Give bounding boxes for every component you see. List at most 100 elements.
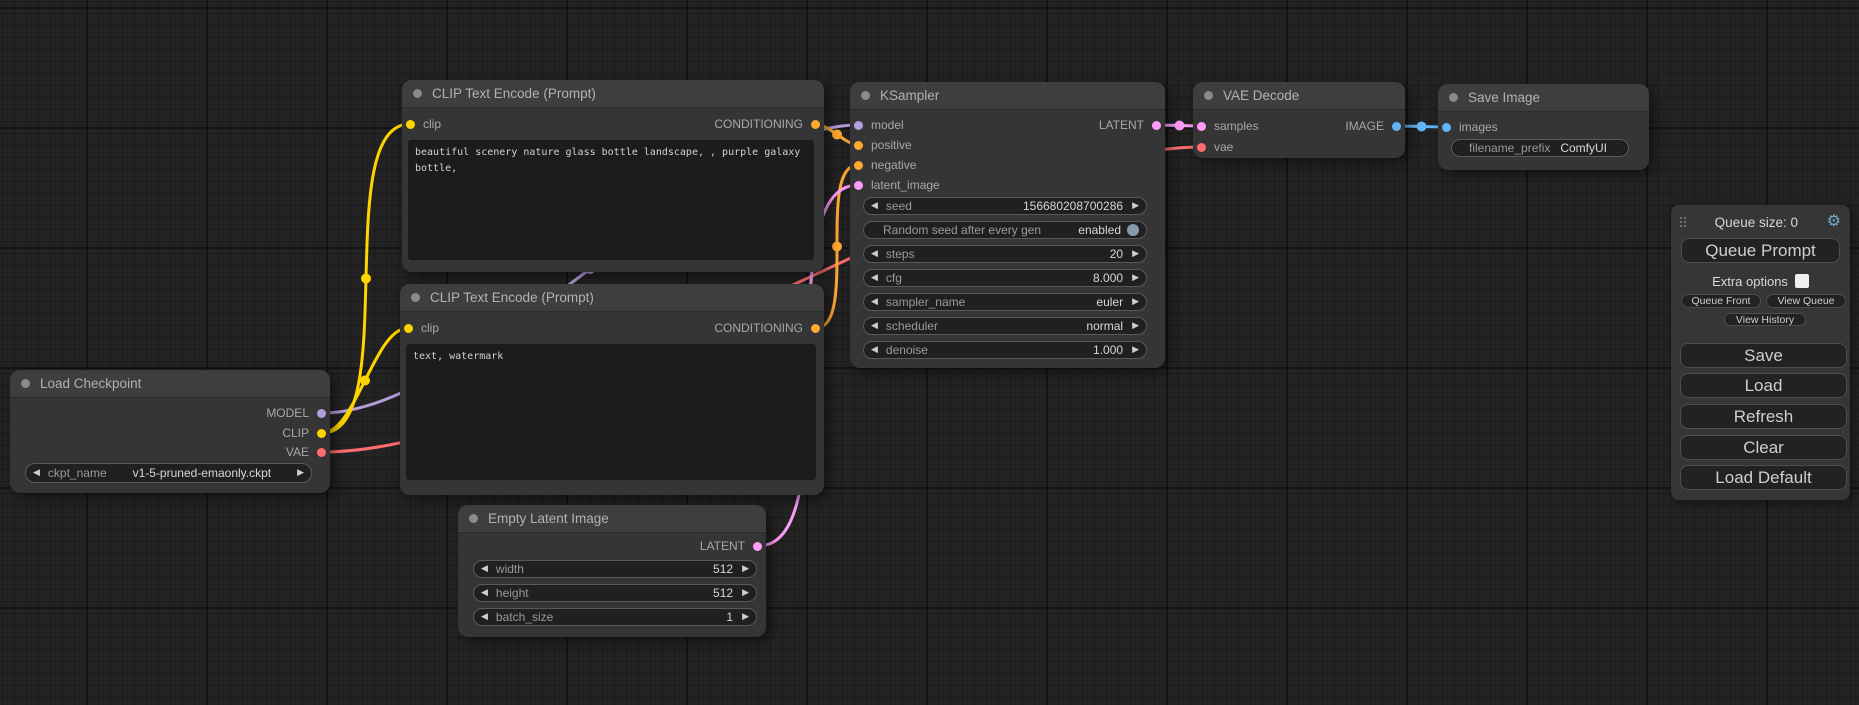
output-slot-conditioning[interactable]: CONDITIONING bbox=[714, 117, 820, 131]
increment-arrow-icon[interactable]: ▶ bbox=[1132, 345, 1139, 355]
decrement-arrow-icon[interactable]: ◀ bbox=[871, 249, 878, 259]
prompt-textarea[interactable]: beautiful scenery nature glass bottle la… bbox=[408, 140, 814, 260]
link-midpoint-dot[interactable] bbox=[832, 242, 842, 252]
slot-dot-conditioning[interactable] bbox=[854, 141, 863, 150]
collapse-dot-icon[interactable] bbox=[413, 89, 422, 98]
node-title-bar[interactable]: KSampler bbox=[850, 82, 1165, 110]
slot-dot-latent[interactable] bbox=[1152, 121, 1161, 130]
slot-dot-latent[interactable] bbox=[1197, 122, 1206, 131]
increment-arrow-icon[interactable]: ▶ bbox=[742, 588, 749, 598]
node-clip-text-encode-positive[interactable]: CLIP Text Encode (Prompt) clip CONDITION… bbox=[402, 80, 824, 272]
slot-dot-vae[interactable] bbox=[1197, 143, 1206, 152]
decrement-arrow-icon[interactable]: ◀ bbox=[871, 297, 878, 307]
slot-dot-conditioning[interactable] bbox=[854, 161, 863, 170]
collapse-dot-icon[interactable] bbox=[1449, 93, 1458, 102]
link-midpoint-dot[interactable] bbox=[1175, 121, 1185, 131]
decrement-arrow-icon[interactable]: ◀ bbox=[871, 321, 878, 331]
output-slot-vae[interactable]: VAE bbox=[286, 445, 326, 459]
decrement-arrow-icon[interactable]: ◀ bbox=[871, 273, 878, 283]
comfyui-graph-canvas[interactable]: { "colors": { "MODEL": "#B39DDB", "CLIP"… bbox=[0, 0, 1859, 705]
slot-dot-latent[interactable] bbox=[753, 542, 762, 551]
settings-gear-icon[interactable]: ⚙ bbox=[1827, 214, 1841, 230]
output-slot-image[interactable]: IMAGE bbox=[1345, 119, 1401, 133]
node-save-image[interactable]: Save Image images filename_prefix ComfyU… bbox=[1438, 84, 1649, 170]
node-title-bar[interactable]: CLIP Text Encode (Prompt) bbox=[400, 284, 824, 312]
increment-arrow-icon[interactable]: ▶ bbox=[742, 564, 749, 574]
collapse-dot-icon[interactable] bbox=[1204, 91, 1213, 100]
node-title-bar[interactable]: Empty Latent Image bbox=[458, 505, 766, 533]
node-title-bar[interactable]: VAE Decode bbox=[1193, 82, 1405, 110]
input-slot-model[interactable]: model bbox=[854, 118, 904, 132]
input-slot-positive[interactable]: positive bbox=[854, 138, 912, 152]
decrement-arrow-icon[interactable]: ◀ bbox=[481, 588, 488, 598]
filename-prefix-widget[interactable]: filename_prefix ComfyUI bbox=[1451, 139, 1629, 157]
input-slot-negative[interactable]: negative bbox=[854, 158, 916, 172]
cfg-widget[interactable]: ◀ cfg 8.000 ▶ bbox=[863, 269, 1147, 287]
increment-arrow-icon[interactable]: ▶ bbox=[297, 468, 304, 478]
input-slot-clip[interactable]: clip bbox=[404, 321, 439, 335]
input-slot-vae[interactable]: vae bbox=[1197, 140, 1233, 154]
collapse-dot-icon[interactable] bbox=[21, 379, 30, 388]
node-title-bar[interactable]: Save Image bbox=[1438, 84, 1649, 112]
slot-dot-vae[interactable] bbox=[317, 448, 326, 457]
node-title-bar[interactable]: CLIP Text Encode (Prompt) bbox=[402, 80, 824, 108]
queue-front-button[interactable]: Queue Front bbox=[1681, 294, 1761, 308]
refresh-button[interactable]: Refresh bbox=[1680, 404, 1847, 429]
output-slot-latent[interactable]: LATENT bbox=[700, 539, 762, 553]
node-empty-latent-image[interactable]: Empty Latent Image LATENT ◀ width 512 ▶ … bbox=[458, 505, 766, 637]
node-clip-text-encode-negative[interactable]: CLIP Text Encode (Prompt) clip CONDITION… bbox=[400, 284, 824, 495]
decrement-arrow-icon[interactable]: ◀ bbox=[871, 345, 878, 355]
slot-dot-clip[interactable] bbox=[406, 120, 415, 129]
node-vae-decode[interactable]: VAE Decode samples vae IMAGE bbox=[1193, 82, 1405, 158]
view-history-button[interactable]: View History bbox=[1724, 313, 1806, 326]
input-slot-latent-image[interactable]: latent_image bbox=[854, 178, 940, 192]
slot-dot-image[interactable] bbox=[1442, 123, 1451, 132]
increment-arrow-icon[interactable]: ▶ bbox=[1132, 273, 1139, 283]
node-title-bar[interactable]: Load Checkpoint bbox=[10, 370, 330, 398]
node-load-checkpoint[interactable]: Load Checkpoint MODEL CLIP VAE ◀ ckpt_na… bbox=[10, 370, 330, 493]
steps-widget[interactable]: ◀ steps 20 ▶ bbox=[863, 245, 1147, 263]
load-default-button[interactable]: Load Default bbox=[1680, 465, 1847, 490]
load-button[interactable]: Load bbox=[1680, 373, 1847, 398]
decrement-arrow-icon[interactable]: ◀ bbox=[33, 468, 40, 478]
toggle-on-icon[interactable] bbox=[1127, 224, 1139, 236]
increment-arrow-icon[interactable]: ▶ bbox=[1132, 297, 1139, 307]
output-slot-conditioning[interactable]: CONDITIONING bbox=[714, 321, 820, 335]
input-slot-clip[interactable]: clip bbox=[406, 117, 441, 131]
seed-widget[interactable]: ◀ seed 156680208700286 ▶ bbox=[863, 197, 1147, 215]
link-midpoint-dot[interactable] bbox=[1417, 122, 1427, 132]
collapse-dot-icon[interactable] bbox=[861, 91, 870, 100]
link-midpoint-dot[interactable] bbox=[361, 274, 371, 284]
slot-dot-model[interactable] bbox=[854, 121, 863, 130]
collapse-dot-icon[interactable] bbox=[411, 293, 420, 302]
slot-dot-image[interactable] bbox=[1392, 122, 1401, 131]
slot-dot-conditioning[interactable] bbox=[811, 120, 820, 129]
decrement-arrow-icon[interactable]: ◀ bbox=[481, 564, 488, 574]
save-button[interactable]: Save bbox=[1680, 343, 1847, 368]
node-ksampler[interactable]: KSampler model positive negative latent_… bbox=[850, 82, 1165, 368]
height-widget[interactable]: ◀ height 512 ▶ bbox=[473, 584, 757, 602]
drag-handle-icon[interactable] bbox=[1680, 217, 1686, 227]
link-midpoint-dot[interactable] bbox=[360, 376, 370, 386]
link-midpoint-dot[interactable] bbox=[832, 130, 842, 140]
prompt-textarea[interactable]: text, watermark bbox=[406, 344, 816, 480]
output-slot-latent[interactable]: LATENT bbox=[1099, 118, 1161, 132]
decrement-arrow-icon[interactable]: ◀ bbox=[871, 201, 878, 211]
clear-button[interactable]: Clear bbox=[1680, 435, 1847, 460]
sampler-name-widget[interactable]: ◀ sampler_name euler ▶ bbox=[863, 293, 1147, 311]
random-seed-toggle-widget[interactable]: Random seed after every gen enabled bbox=[863, 221, 1147, 239]
increment-arrow-icon[interactable]: ▶ bbox=[1132, 321, 1139, 331]
increment-arrow-icon[interactable]: ▶ bbox=[1132, 249, 1139, 259]
collapse-dot-icon[interactable] bbox=[469, 514, 478, 523]
decrement-arrow-icon[interactable]: ◀ bbox=[481, 612, 488, 622]
output-slot-model[interactable]: MODEL bbox=[266, 406, 326, 420]
width-widget[interactable]: ◀ width 512 ▶ bbox=[473, 560, 757, 578]
slot-dot-clip[interactable] bbox=[317, 429, 326, 438]
input-slot-samples[interactable]: samples bbox=[1197, 119, 1259, 133]
denoise-widget[interactable]: ◀ denoise 1.000 ▶ bbox=[863, 341, 1147, 359]
slot-dot-model[interactable] bbox=[317, 409, 326, 418]
ckpt-name-combo[interactable]: ◀ ckpt_name v1-5-pruned-emaonly.ckpt ▶ bbox=[25, 463, 312, 483]
input-slot-images[interactable]: images bbox=[1442, 120, 1498, 134]
batch-size-widget[interactable]: ◀ batch_size 1 ▶ bbox=[473, 608, 757, 626]
slot-dot-latent[interactable] bbox=[854, 181, 863, 190]
